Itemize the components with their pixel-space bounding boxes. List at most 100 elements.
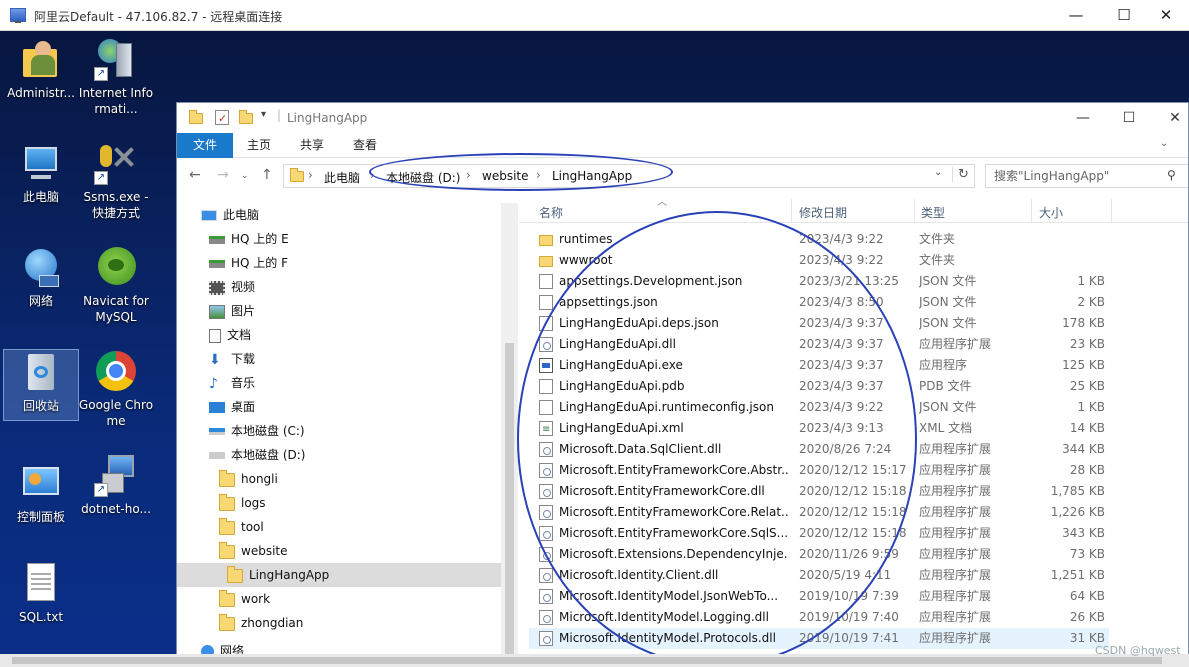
nav-item-this-pc[interactable]: 此电脑 bbox=[201, 203, 259, 227]
nav-item-logs[interactable]: logs bbox=[219, 491, 266, 515]
explorer-minimize-button[interactable]: — bbox=[1060, 103, 1106, 133]
nav-pane-scrollbar[interactable] bbox=[501, 203, 518, 666]
explorer-title: LingHangApp bbox=[287, 111, 368, 125]
desktop-icon-administrator[interactable]: Administr... bbox=[3, 37, 79, 101]
search-icon[interactable]: ⚲ bbox=[1167, 168, 1176, 182]
file-type: 应用程序扩展 bbox=[919, 568, 992, 582]
nav-item-downloads[interactable]: ⬇ 下载 bbox=[209, 347, 255, 371]
desktop-icon bbox=[209, 402, 225, 413]
file-type: JSON 文件 bbox=[919, 316, 977, 330]
annotation-ring-files bbox=[517, 211, 917, 666]
dll-file-icon bbox=[539, 589, 553, 604]
file-type: 应用程序扩展 bbox=[919, 442, 992, 456]
nav-item-music[interactable]: ♪ 音乐 bbox=[209, 371, 255, 395]
rdp-maximize-button[interactable]: ☐ bbox=[1101, 0, 1147, 30]
up-arrow-icon[interactable]: ↑ bbox=[261, 167, 273, 183]
scrollbar-thumb[interactable] bbox=[12, 657, 1162, 664]
file-type: 文件夹 bbox=[919, 232, 956, 246]
address-dropdown-icon[interactable]: ⌄ bbox=[934, 167, 942, 178]
file-size: 1 KB bbox=[1077, 400, 1105, 414]
rdp-title-bar: 阿里云Default - 47.106.82.7 - 远程桌面连接 — ☐ ✕ bbox=[0, 0, 1189, 31]
drive-icon bbox=[209, 452, 225, 459]
desktop-icon-network[interactable]: 网络 bbox=[3, 245, 79, 309]
file-size: 125 KB bbox=[1062, 358, 1105, 372]
tab-file[interactable]: 文件 bbox=[177, 133, 233, 158]
nav-item-drive-c[interactable]: 本地磁盘 (C:) bbox=[209, 419, 305, 443]
file-type: 应用程序扩展 bbox=[919, 337, 992, 351]
ssms-icon bbox=[94, 141, 138, 185]
file-explorer-window: ✓ ▾ | LingHangApp — ☐ ✕ 文件 主页 共享 查看 ⌄ ← … bbox=[176, 102, 1189, 667]
folder-icon bbox=[189, 110, 203, 124]
breadcrumb-this-pc[interactable]: 此电脑 bbox=[324, 169, 360, 186]
nav-item-hq-f[interactable]: HQ 上的 F bbox=[209, 251, 288, 275]
tab-home[interactable]: 主页 bbox=[233, 133, 285, 158]
column-size[interactable]: 大小 bbox=[1039, 204, 1063, 221]
forward-arrow-icon[interactable]: → bbox=[217, 167, 229, 183]
folder-icon bbox=[219, 541, 235, 559]
computer-icon bbox=[201, 210, 217, 221]
desktop-icon-navicat[interactable]: Navicat for MySQL bbox=[78, 245, 154, 325]
nav-item-tool[interactable]: tool bbox=[219, 515, 264, 539]
properties-icon[interactable]: ✓ bbox=[215, 110, 229, 125]
nav-item-desktop[interactable]: 桌面 bbox=[209, 395, 255, 419]
file-type: JSON 文件 bbox=[919, 274, 977, 288]
desktop-icon-recycle-bin[interactable]: 回收站 bbox=[3, 349, 79, 421]
breadcrumb-separator-icon[interactable]: › bbox=[308, 168, 313, 182]
chevron-down-icon[interactable]: ▾ bbox=[261, 109, 266, 120]
nav-item-hq-e[interactable]: HQ 上的 E bbox=[209, 227, 289, 251]
file-size: 14 KB bbox=[1069, 421, 1105, 435]
file-size: 344 KB bbox=[1062, 442, 1105, 456]
rdp-horizontal-scrollbar[interactable] bbox=[0, 654, 1189, 667]
search-input[interactable]: 搜索"LingHangApp" bbox=[985, 164, 1188, 188]
folder-icon bbox=[219, 517, 235, 535]
user-folder-icon bbox=[19, 37, 63, 81]
file-size: 73 KB bbox=[1069, 547, 1105, 561]
file-type: PDB 文件 bbox=[919, 379, 972, 393]
nav-item-hongli[interactable]: hongli bbox=[219, 467, 278, 491]
scrollbar-thumb[interactable] bbox=[505, 343, 514, 663]
desktop-icon-sql-txt[interactable]: SQL.txt bbox=[3, 561, 79, 625]
nav-item-documents[interactable]: 文档 bbox=[209, 323, 251, 347]
explorer-maximize-button[interactable]: ☐ bbox=[1106, 103, 1152, 133]
tab-share[interactable]: 共享 bbox=[286, 133, 338, 158]
ribbon-expand-icon[interactable]: ⌄ bbox=[1160, 138, 1168, 149]
nav-item-drive-d[interactable]: 本地磁盘 (D:) bbox=[209, 443, 305, 467]
annotation-ring-address bbox=[369, 153, 673, 191]
recycle-bin-icon bbox=[19, 350, 63, 394]
file-size: 1 KB bbox=[1077, 274, 1105, 288]
nav-item-zhongdian[interactable]: zhongdian bbox=[219, 611, 303, 635]
nav-item-work[interactable]: work bbox=[219, 587, 270, 611]
watermark: CSDN @hqwest bbox=[1095, 644, 1181, 657]
back-arrow-icon[interactable]: ← bbox=[189, 167, 201, 183]
address-row: ← → ⌄ ↑ › 此电脑 › 本地磁盘 (D:) › website › Li… bbox=[177, 161, 1188, 191]
new-folder-icon[interactable] bbox=[239, 110, 253, 124]
column-date[interactable]: 修改日期 bbox=[799, 204, 847, 221]
desktop-icon-dotnet-hosting[interactable]: dotnet-ho... bbox=[78, 453, 154, 517]
folder-icon bbox=[290, 168, 304, 182]
dll-file-icon bbox=[539, 568, 553, 583]
nav-item-videos[interactable]: 视频 bbox=[209, 275, 255, 299]
column-name[interactable]: 名称 bbox=[539, 204, 563, 221]
recent-chevron-icon[interactable]: ⌄ bbox=[241, 171, 249, 181]
file-size: 2 KB bbox=[1077, 295, 1105, 309]
file-size: 1,251 KB bbox=[1050, 568, 1105, 582]
folder-icon bbox=[219, 493, 235, 511]
desktop-icon-iis[interactable]: Internet Informati... bbox=[78, 37, 154, 117]
rdp-close-button[interactable]: ✕ bbox=[1143, 0, 1189, 30]
nav-item-website[interactable]: website bbox=[219, 539, 288, 563]
desktop-icon-this-pc[interactable]: 此电脑 bbox=[3, 141, 79, 205]
nav-item-pictures[interactable]: 图片 bbox=[209, 299, 255, 323]
explorer-close-button[interactable]: ✕ bbox=[1152, 103, 1188, 133]
rdp-minimize-button[interactable]: — bbox=[1053, 0, 1099, 30]
refresh-icon[interactable]: ↻ bbox=[952, 167, 969, 182]
file-type: 应用程序扩展 bbox=[919, 505, 992, 519]
tab-view[interactable]: 查看 bbox=[339, 133, 391, 158]
desktop-icon-ssms[interactable]: Ssms.exe - 快捷方式 bbox=[78, 141, 154, 221]
desktop-icon-chrome[interactable]: Google Chrome bbox=[78, 349, 154, 429]
folder-icon bbox=[219, 589, 235, 607]
desktop-icon-control-panel[interactable]: 控制面板 bbox=[3, 461, 79, 525]
column-type[interactable]: 类型 bbox=[921, 204, 945, 221]
file-size: 28 KB bbox=[1069, 463, 1105, 477]
nav-item-linghangapp[interactable]: LingHangApp bbox=[177, 563, 501, 587]
music-icon: ♪ bbox=[209, 375, 218, 392]
